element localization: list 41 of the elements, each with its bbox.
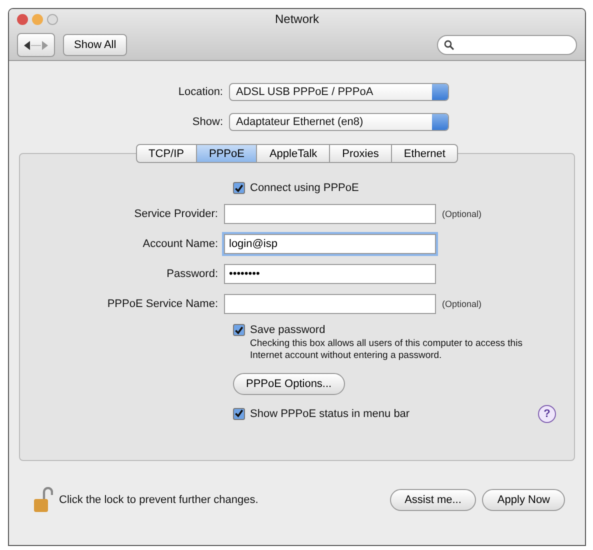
show-all-button[interactable]: Show All	[63, 34, 128, 56]
tab[interactable]: Proxies	[330, 144, 392, 163]
field-label: Password:	[166, 268, 218, 280]
search-field[interactable]	[437, 35, 577, 55]
checkbox[interactable]	[233, 408, 245, 420]
help-button[interactable]: ?	[538, 404, 556, 423]
lock-text: Click the lock to prevent further changes.	[59, 494, 258, 506]
location-popup[interactable]: ADSL USB PPPoE / PPPoA	[229, 83, 449, 101]
input-field[interactable]	[224, 294, 436, 314]
show-label: Show:	[191, 116, 223, 128]
checkbox-label: Show PPPoE status in menu bar	[250, 408, 410, 420]
checkbox-label: Save password	[250, 324, 326, 336]
unlocked-padlock-icon[interactable]	[33, 487, 53, 513]
window-title: Network	[274, 12, 319, 26]
optional-note: (Optional)	[442, 299, 482, 309]
checkbox-label: Connect using PPPoE	[250, 182, 359, 194]
footer-button[interactable]: Assist me...	[390, 489, 476, 511]
show-popup[interactable]: Adaptateur Ethernet (en8)	[229, 113, 449, 131]
field-label: PPPoE Service Name:	[106, 298, 218, 310]
checkbox[interactable]	[233, 324, 245, 336]
optional-note: (Optional)	[442, 209, 482, 219]
pppoe-options-button[interactable]: PPPoE Options...	[233, 372, 345, 395]
search-icon	[444, 40, 454, 50]
description-text: Checking this box allows all users of this computer to access this Internet account without entering a password.	[249, 338, 524, 363]
left-right-arrows-icon	[24, 40, 48, 50]
input-field[interactable]: login@isp	[224, 234, 436, 254]
input-field[interactable]	[224, 204, 436, 224]
input-field[interactable]: ••••••••	[224, 264, 436, 284]
minimize-button[interactable]	[32, 14, 43, 24]
field-label: Account Name:	[142, 238, 218, 250]
tab[interactable]: PPPoE	[197, 144, 258, 163]
back-forward-button[interactable]	[17, 33, 55, 57]
tab[interactable]: Ethernet	[392, 144, 458, 163]
tab[interactable]: TCP/IP	[136, 144, 197, 163]
tab[interactable]: AppleTalk	[257, 144, 330, 163]
location-label: Location:	[177, 86, 223, 98]
footer-button[interactable]: Apply Now	[482, 489, 565, 511]
field-label: Service Provider:	[133, 208, 218, 220]
zoom-button[interactable]	[47, 14, 58, 24]
close-button[interactable]	[17, 14, 28, 24]
checkbox[interactable]	[233, 182, 245, 194]
